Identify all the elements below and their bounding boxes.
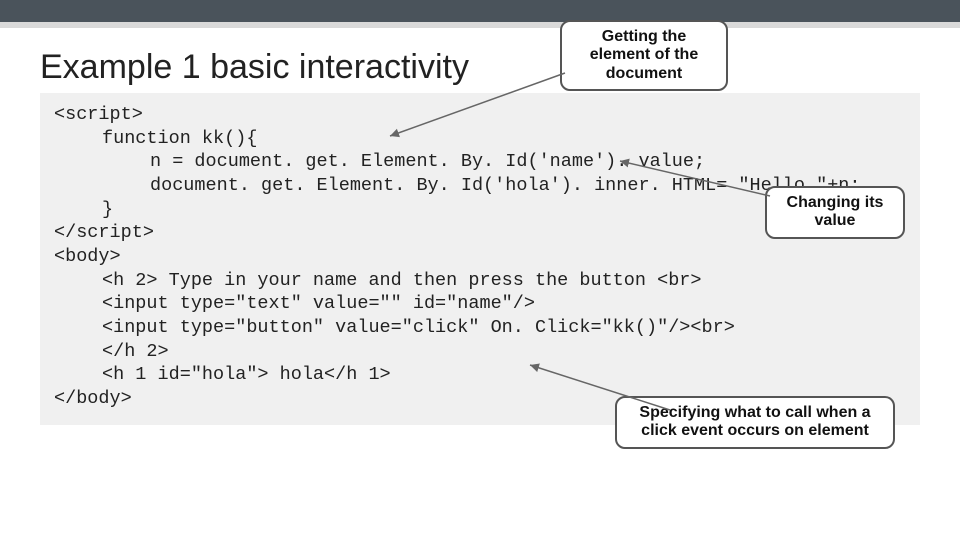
code-line: n = document. get. Element. By. Id('name… [54, 150, 906, 174]
code-line: function kk(){ [54, 127, 906, 151]
code-line: <h 2> Type in your name and then press t… [54, 269, 906, 293]
code-line: </h 2> [54, 340, 906, 364]
callout-changing-value: Changing its value [765, 186, 905, 239]
code-line: <h 1 id="hola"> hola</h 1> [54, 363, 906, 387]
slide-body: Example 1 basic interactivity <script> f… [0, 28, 960, 425]
code-line: <input type="text" value="" id="name"/> [54, 292, 906, 316]
code-line: <script> [54, 103, 906, 127]
top-bar [0, 0, 960, 28]
code-line: <body> [54, 245, 906, 269]
callout-onclick: Specifying what to call when a click eve… [615, 396, 895, 449]
slide-title: Example 1 basic interactivity [40, 48, 920, 87]
callout-getting-element: Getting the element of the document [560, 20, 728, 91]
code-line: <input type="button" value="click" On. C… [54, 316, 906, 340]
code-block: <script> function kk(){ n = document. ge… [40, 93, 920, 425]
